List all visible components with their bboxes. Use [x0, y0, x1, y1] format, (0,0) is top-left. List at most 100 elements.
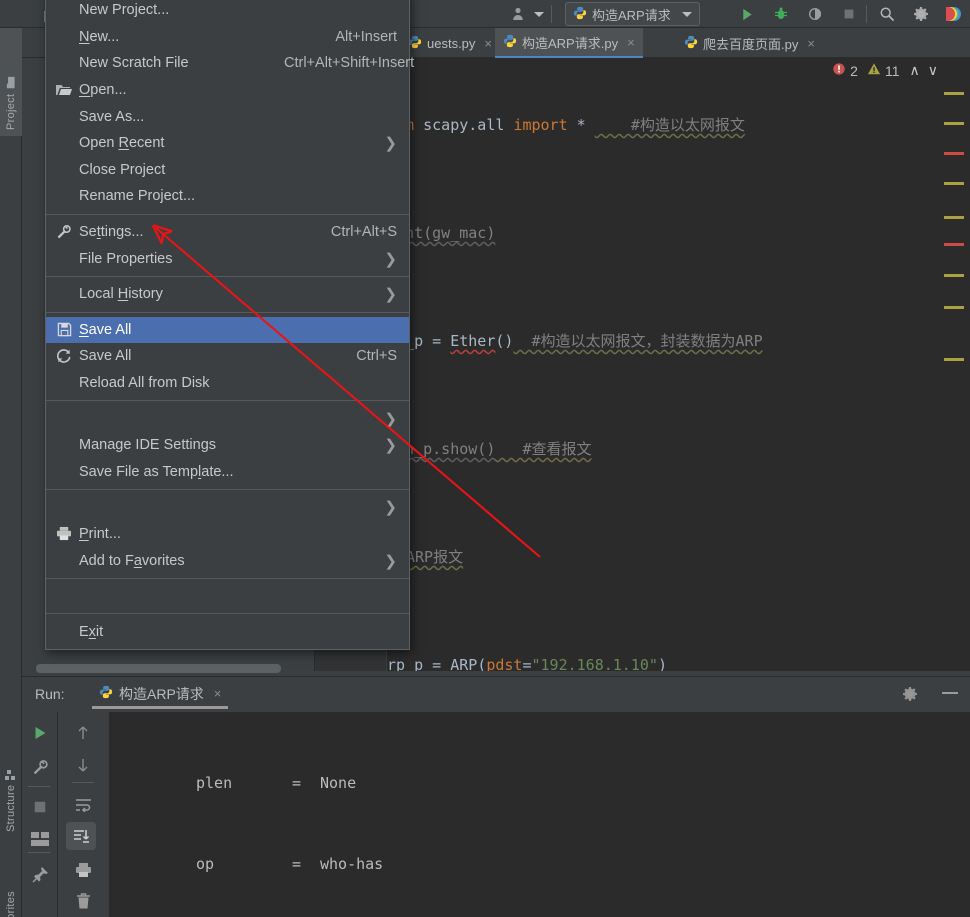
menu-item-new-scratch-file[interactable]: New Scratch File Ctrl+Alt+Shift+Insert	[46, 50, 414, 77]
console-key: op	[196, 855, 215, 873]
stripe-error[interactable]	[944, 243, 964, 246]
error-stripe-gutter[interactable]	[938, 58, 970, 671]
menu-item-new[interactable]: New... Alt+Insert	[46, 24, 409, 51]
editor-tab-label: uests.py	[427, 35, 476, 51]
menu-item-reload-all-from-disk[interactable]: Save All Ctrl+S	[46, 343, 409, 370]
clear-all-icon[interactable]	[68, 888, 98, 914]
menu-item-open[interactable]: Open...	[46, 77, 409, 104]
scroll-up-icon[interactable]	[68, 720, 98, 746]
sidebar-item-label: Project	[5, 93, 17, 130]
menu-item-export[interactable]: ❯	[46, 494, 409, 521]
close-icon[interactable]: ×	[484, 36, 492, 51]
menu-item-print[interactable]: Print...	[46, 521, 409, 548]
run-configuration-selector[interactable]: 构造ARP请求	[565, 2, 700, 26]
stripe-warning[interactable]	[944, 358, 964, 361]
chevron-right-icon: ❯	[384, 499, 397, 517]
user-profile-icon[interactable]	[508, 3, 530, 25]
stripe-warning[interactable]	[944, 306, 964, 309]
soft-wrap-icon[interactable]	[68, 792, 98, 818]
code-line: rom scapy.all import * #构造以太网报文	[387, 116, 745, 134]
chevron-right-icon: ❯	[384, 135, 397, 153]
editor-tab-baidu[interactable]: 爬去百度页面.py ×	[676, 28, 823, 58]
search-icon[interactable]	[876, 3, 898, 25]
menu-item-manage-ide-settings[interactable]: ❯	[46, 405, 409, 432]
menu-item-save-file-as-template[interactable]: Save File as Template...	[46, 459, 409, 486]
menu-item-settings[interactable]: Settings... Ctrl+Alt+S	[46, 219, 409, 246]
debug-icon[interactable]	[770, 3, 792, 25]
console-key: plen	[196, 774, 233, 792]
menu-item-new-project[interactable]: New Project...	[46, 0, 409, 24]
sidebar-item-label: Structure	[5, 784, 17, 832]
previous-problem-icon[interactable]: ∧	[910, 62, 920, 79]
settings-gear-icon[interactable]	[910, 3, 932, 25]
console-eq: =	[292, 855, 302, 873]
minimize-icon[interactable]	[942, 692, 958, 694]
scroll-down-icon[interactable]	[68, 752, 98, 778]
inspection-summary[interactable]: 2 11 ∧ ∨	[832, 62, 938, 79]
user-profile-caret-icon[interactable]	[528, 3, 550, 25]
menu-item-label: New Project...	[79, 2, 170, 19]
close-icon[interactable]: ×	[807, 36, 815, 51]
file-menu-popup[interactable]: New Project... New... Alt+Insert New Scr…	[45, 0, 414, 651]
error-count: 2	[850, 62, 858, 79]
menu-separator	[46, 400, 409, 402]
python-file-icon	[503, 34, 517, 51]
next-problem-icon[interactable]: ∨	[928, 62, 938, 79]
pin-tab-icon[interactable]	[25, 862, 55, 888]
close-icon[interactable]: ×	[627, 35, 635, 50]
run-configuration-label: 构造ARP请求	[592, 7, 671, 23]
code-line: rp_p = ARP(pdst="192.168.1.10")	[387, 656, 667, 671]
run-toolbar-primary	[22, 712, 58, 917]
menu-item-local-history[interactable]: Local History ❯	[46, 281, 409, 308]
print-icon[interactable]	[68, 857, 98, 883]
stripe-warning[interactable]	[944, 274, 964, 277]
code-content[interactable]: rom scapy.all import * #构造以太网报文 rint(gw_…	[387, 58, 947, 671]
menu-item-close-project[interactable]: Close Project	[46, 157, 409, 184]
chevron-down-icon[interactable]	[681, 11, 692, 17]
sidebar-item-structure[interactable]: Structure	[0, 728, 22, 838]
stop-icon[interactable]	[25, 794, 55, 820]
stripe-warning[interactable]	[944, 122, 964, 125]
menu-item-add-to-favorites[interactable]: Add to Favorites ❯	[46, 547, 409, 574]
error-icon	[832, 62, 846, 79]
console-output[interactable]: plen=None op=who-has hwsrc=9c:fc:e8:7b:2…	[110, 712, 970, 917]
run-icon[interactable]	[736, 3, 758, 25]
scroll-to-end-icon[interactable]	[66, 822, 96, 850]
menu-item-file-properties[interactable]: File Properties ❯	[46, 245, 409, 272]
menu-separator	[46, 577, 409, 579]
run-tab[interactable]: 构造ARP请求 ×	[92, 681, 229, 709]
run-tool-window: Run: 构造ARP请求 × plen = None op = who-has	[22, 676, 970, 917]
menu-item-power-save-mode[interactable]	[46, 583, 409, 610]
stripe-warning[interactable]	[944, 92, 964, 95]
run-coverage-icon[interactable]	[804, 3, 826, 25]
menu-item-open-recent[interactable]: Open Recent ❯	[46, 130, 409, 157]
editor-tab-label: 爬去百度页面.py	[703, 36, 799, 52]
sidebar-item-favorites[interactable]: Favorites	[0, 840, 22, 917]
stripe-warning[interactable]	[944, 182, 964, 185]
stripe-warning[interactable]	[944, 216, 964, 219]
layout-icon[interactable]	[25, 826, 55, 852]
stop-icon[interactable]	[838, 3, 860, 25]
editor-tab-requests[interactable]: uests.py ×	[400, 28, 500, 58]
console-value: who-has	[320, 855, 384, 873]
menu-item-rename-project[interactable]: Rename Project...	[46, 183, 409, 210]
editor-tab-arp[interactable]: 构造ARP请求.py ×	[495, 28, 643, 58]
menu-item-exit[interactable]: Exit	[46, 618, 409, 645]
settings-gear-icon[interactable]	[902, 686, 918, 707]
menu-item-shortcut: Ctrl+Alt+S	[330, 224, 397, 241]
run-tool-window-header: Run: 构造ARP请求 ×	[22, 677, 970, 712]
menu-item-new-projects-setup[interactable]: Manage IDE Settings ❯	[46, 432, 409, 459]
open-folder-icon	[54, 80, 74, 100]
ide-feature-icon[interactable]	[942, 3, 964, 25]
reload-icon	[54, 346, 74, 366]
close-icon[interactable]: ×	[214, 686, 222, 701]
sidebar-item-project[interactable]: Project	[0, 28, 22, 136]
project-horizontal-scrollbar[interactable]	[36, 664, 281, 673]
code-editor[interactable]: rom scapy.all import * #构造以太网报文 rint(gw_…	[315, 58, 970, 671]
stripe-error[interactable]	[944, 152, 964, 155]
edit-configuration-icon[interactable]	[25, 754, 55, 780]
menu-item-save-as[interactable]: Save As...	[46, 103, 409, 130]
menu-item-save-all[interactable]: Save All	[46, 316, 409, 344]
menu-item-invalidate-caches[interactable]: Reload All from Disk	[46, 370, 409, 397]
rerun-icon[interactable]	[25, 720, 55, 746]
